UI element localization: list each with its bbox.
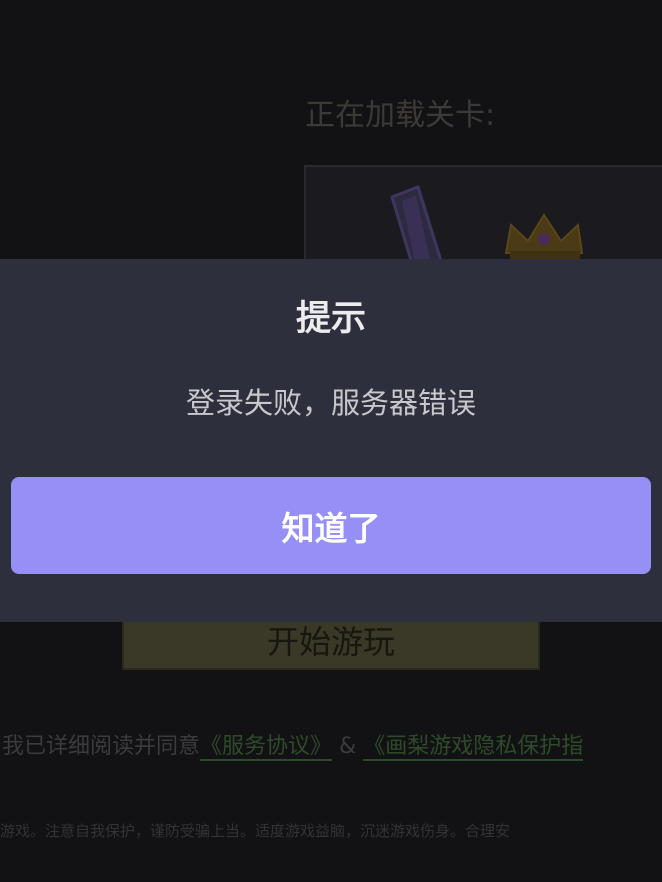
dialog-title: 提示 (295, 299, 366, 339)
dialog-message: 登录失败，服务器错误 (185, 386, 476, 420)
confirm-button[interactable]: 知道了 (11, 477, 651, 574)
